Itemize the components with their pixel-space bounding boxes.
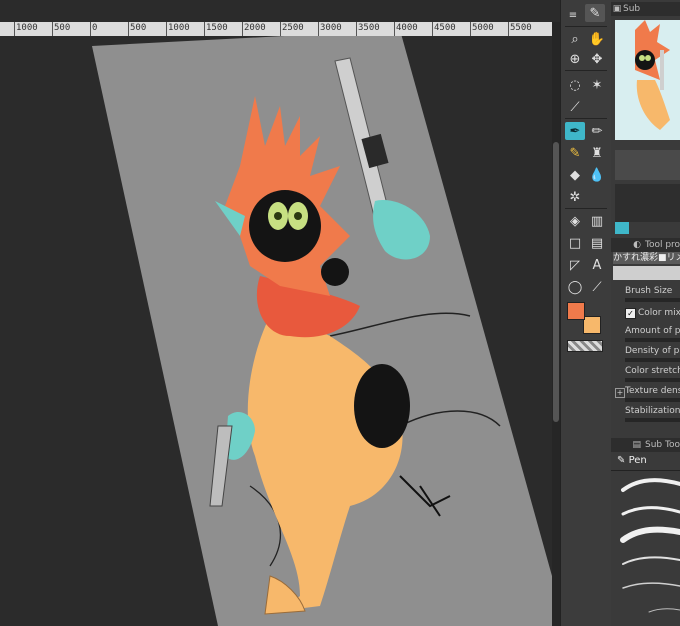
- ruler-label: 4000: [396, 23, 418, 33]
- eyedropper-icon[interactable]: ⟋: [565, 98, 585, 116]
- amount-of-paint-slider[interactable]: [625, 338, 680, 342]
- sub-tool-item[interactable]: [619, 550, 680, 574]
- move-icon[interactable]: ✥: [587, 50, 607, 68]
- tool-palette: ≡ ✎ ⌕ ✋ ⊕ ✥ ◌ ✶ ⟋ ✒ ✏ ✎ ♜ ◆ 💧 ✲ ◈ ▥ □ ▤ …: [560, 0, 612, 626]
- texture-density-label: Texture density: [625, 386, 680, 396]
- density-of-paint-label: Density of paint: [625, 346, 680, 356]
- right-panel: ▣Sub ◐Tool prope かすれ濃彩■リメイ Brush Size ✓ …: [611, 0, 680, 626]
- brush-tab-icon[interactable]: ✎: [585, 4, 605, 22]
- canvas-viewport[interactable]: [0, 36, 552, 626]
- frame-icon[interactable]: ▤: [587, 234, 607, 252]
- ruler-label: 5000: [472, 23, 494, 33]
- fill-icon[interactable]: ◈: [565, 212, 585, 230]
- sub-tool-item[interactable]: [619, 474, 680, 498]
- transparent-color-swatch[interactable]: [567, 340, 603, 352]
- zoom-icon[interactable]: ⌕: [565, 30, 585, 48]
- nav-pen-indicator: [615, 222, 629, 234]
- brush-size-label: Brush Size: [625, 286, 673, 296]
- drawing-canvas[interactable]: [0, 36, 552, 626]
- brush-icon[interactable]: ✎: [565, 144, 585, 162]
- brush-size-slider[interactable]: [625, 298, 680, 302]
- sub-color-swatch[interactable]: [583, 316, 601, 334]
- stabilization-slider[interactable]: [625, 418, 680, 422]
- text-icon[interactable]: A: [587, 256, 607, 274]
- pen-group-label: Pen: [628, 455, 647, 466]
- ruler-label: 1000: [16, 23, 38, 33]
- sub-tool-item[interactable]: [619, 524, 680, 548]
- ruler-label: 2000: [244, 23, 266, 33]
- navigator-controls[interactable]: [615, 150, 680, 180]
- top-toolbar-strip: [0, 0, 560, 22]
- ruler-label: 2500: [282, 23, 304, 33]
- ruler-icon[interactable]: ◸: [565, 256, 585, 274]
- airbrush-icon[interactable]: ♜: [587, 144, 607, 162]
- stabilization-label: Stabilization: [625, 406, 680, 416]
- ruler-label: 5500: [510, 23, 532, 33]
- pen-group-header[interactable]: ✎ Pen: [617, 455, 647, 466]
- tool-property-title: ◐Tool prope: [611, 238, 680, 252]
- eraser-icon[interactable]: ◆: [565, 166, 585, 184]
- ruler-label: 3000: [320, 23, 342, 33]
- brush-preset-name: かすれ濃彩■リメイ: [613, 252, 680, 264]
- pencil-icon[interactable]: ✏: [587, 122, 607, 140]
- pen-group-icon: ✎: [617, 455, 626, 466]
- sub-tool-item[interactable]: [619, 598, 680, 622]
- sub-tool-item[interactable]: [619, 500, 680, 524]
- gradient-icon[interactable]: ▥: [587, 212, 607, 230]
- correction-icon[interactable]: ⟋: [587, 278, 607, 296]
- scrollbar-thumb[interactable]: [553, 142, 559, 422]
- layer-move-icon[interactable]: ⊕: [565, 50, 585, 68]
- navigator-slider-rotate[interactable]: [615, 206, 680, 222]
- blend-icon[interactable]: 💧: [587, 166, 607, 184]
- thumbnail-image: [635, 20, 670, 130]
- ruler-label: 500: [130, 23, 147, 33]
- sub-tool-title: ▤Sub Tool [: [611, 438, 680, 452]
- brush-preview: [613, 266, 680, 280]
- color-mixing-checkbox[interactable]: ✓: [625, 308, 636, 319]
- ruler-label: 1500: [206, 23, 228, 33]
- sub-view-thumbnail: [615, 20, 680, 140]
- decoration-icon[interactable]: ✲: [565, 188, 585, 206]
- ruler-label: 4500: [434, 23, 456, 33]
- ruler-label: 500: [54, 23, 71, 33]
- sub-tool-title-text: Sub Tool [: [645, 440, 680, 450]
- ruler-label: 3500: [358, 23, 380, 33]
- tool-property-title-text: Tool prope: [645, 240, 680, 250]
- ruler-label: 1000: [168, 23, 190, 33]
- pen-icon[interactable]: ✒: [565, 122, 585, 140]
- main-color-swatch[interactable]: [567, 302, 585, 320]
- color-mixing-label: Color mixing: [638, 308, 680, 318]
- color-stretch-slider[interactable]: [625, 378, 680, 382]
- lasso-icon[interactable]: ◌: [565, 76, 585, 94]
- balloon-icon[interactable]: ◯: [565, 278, 585, 296]
- density-of-paint-slider[interactable]: [625, 358, 680, 362]
- horizontal-ruler: 1000 500 0 500 1000 1500 2000 2500 3000 …: [0, 22, 552, 37]
- sub-view-title: ▣ Sub: [611, 2, 680, 16]
- amount-of-paint-label: Amount of paint: [625, 326, 680, 336]
- auto-select-icon[interactable]: ✶: [587, 76, 607, 94]
- sub-tool-item[interactable]: [619, 574, 680, 598]
- canvas-vertical-scrollbar[interactable]: [552, 22, 560, 626]
- texture-expand-icon[interactable]: +: [615, 388, 625, 398]
- menu-icon[interactable]: ≡: [563, 6, 583, 24]
- figure-icon[interactable]: □: [565, 234, 585, 252]
- sub-view-title-text: Sub: [623, 4, 641, 14]
- ruler-label: 0: [92, 23, 98, 33]
- navigator-slider-zoom[interactable]: [615, 184, 680, 206]
- texture-density-slider[interactable]: [625, 398, 680, 402]
- hand-icon[interactable]: ✋: [587, 30, 607, 48]
- color-stretch-label: Color stretch: [625, 366, 680, 376]
